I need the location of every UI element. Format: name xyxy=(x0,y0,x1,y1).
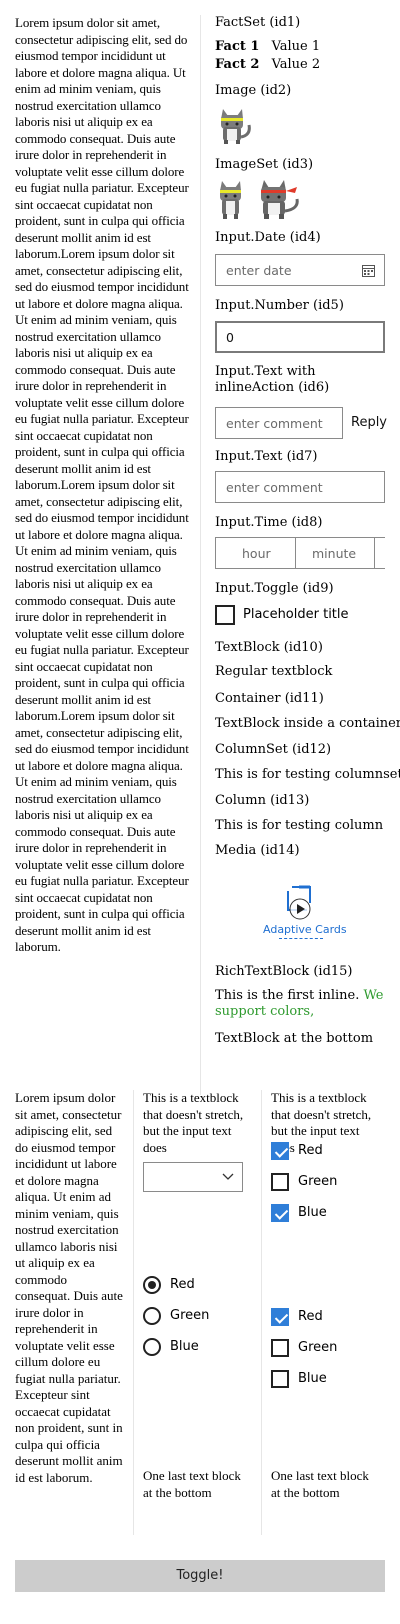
bottom-textblock: TextBlock at the bottom xyxy=(215,1031,374,1046)
factset-label: FactSet (id1) xyxy=(215,15,301,30)
checkbox-green[interactable] xyxy=(271,1173,289,1191)
richtext-inline-1: This is the first inline. xyxy=(215,988,360,1003)
time-input[interactable]: hour minute xyxy=(215,537,385,569)
comment-input[interactable]: enter comment xyxy=(215,471,385,503)
comment-inline-input[interactable]: enter comment xyxy=(215,407,343,439)
image-label: Image (id2) xyxy=(215,83,292,98)
radio-green[interactable] xyxy=(143,1307,161,1325)
comment-placeholder: enter comment xyxy=(226,480,323,495)
checkbox-red-2[interactable] xyxy=(271,1308,289,1326)
column-separator xyxy=(261,1090,262,1535)
radio-red[interactable] xyxy=(143,1276,161,1294)
media-poster-text: Adaptive Cards xyxy=(263,923,347,936)
checkbox-label-blue: Blue xyxy=(298,1371,327,1386)
checkbox-red[interactable] xyxy=(271,1142,289,1160)
date-input[interactable]: enter date xyxy=(215,254,385,286)
color-dropdown[interactable] xyxy=(143,1162,243,1192)
cat-image-2 xyxy=(261,180,299,219)
hour-field[interactable]: hour xyxy=(242,546,271,561)
imageset-label: ImageSet (id3) xyxy=(215,157,314,172)
toggle-checkbox[interactable] xyxy=(215,605,235,625)
columnset-textblock: This is for testing columnset xyxy=(215,767,400,782)
column-separator xyxy=(200,15,201,1095)
container-label: Container (id11) xyxy=(215,691,324,706)
checkbox-green-2[interactable] xyxy=(271,1339,289,1357)
container-textblock: TextBlock inside a container xyxy=(215,716,400,731)
minute-field[interactable]: minute xyxy=(312,546,356,561)
input-time-label: Input.Time (id8) xyxy=(215,515,323,530)
fact-value: Value 1 xyxy=(271,39,321,54)
media-label: Media (id14) xyxy=(215,843,300,858)
comment-placeholder: enter comment xyxy=(226,416,323,431)
checkbox-label-red: Red xyxy=(298,1309,323,1324)
col2-header-text: This is a textblock that doesn't stretch… xyxy=(143,1090,244,1155)
input-toggle-label: Input.Toggle (id9) xyxy=(215,581,334,596)
richtextblock: This is the first inline. We support col… xyxy=(215,988,385,1020)
column-textblock: This is for testing column xyxy=(215,818,384,833)
calendar-icon[interactable] xyxy=(362,264,375,277)
checkbox-label-blue: Blue xyxy=(298,1205,327,1220)
toggle-button[interactable]: Toggle! xyxy=(15,1560,385,1592)
lorem-textblock: Lorem ipsum dolor sit amet, consectetur … xyxy=(15,15,189,954)
checkbox-label-green: Green xyxy=(298,1174,338,1189)
regular-textblock: Regular textblock xyxy=(215,664,333,679)
number-input[interactable]: 0 xyxy=(215,321,385,353)
cat-image xyxy=(221,109,251,144)
columnset-label: ColumnSet (id12) xyxy=(215,742,332,757)
time-divider xyxy=(295,538,296,568)
media-player[interactable]: Adaptive Cards xyxy=(215,865,385,965)
checkbox-blue[interactable] xyxy=(271,1204,289,1222)
media-poster-cut xyxy=(263,938,337,940)
fact-title: Fact 1 xyxy=(215,39,260,54)
richtext-label: RichTextBlock (id15) xyxy=(215,964,353,979)
cat-image-1 xyxy=(220,181,241,219)
top-columnset: Lorem ipsum dolor sit amet, consectetur … xyxy=(15,15,400,1095)
input-text-inline-label: Input.Text with inlineAction (id6) xyxy=(215,364,330,395)
col3-last-text: One last text block at the bottom xyxy=(271,1468,369,1500)
input-date-label: Input.Date (id4) xyxy=(215,230,321,245)
column-separator xyxy=(133,1090,134,1535)
col2-last-text: One last text block at the bottom xyxy=(143,1468,241,1500)
reply-action-button[interactable]: Reply xyxy=(351,415,387,430)
radio-label-blue: Blue xyxy=(170,1339,199,1354)
input-text-label: Input.Text (id7) xyxy=(215,449,318,464)
checkbox-label-red: Red xyxy=(298,1143,323,1158)
number-value: 0 xyxy=(226,330,234,345)
play-icon[interactable] xyxy=(289,898,311,920)
checkbox-label-green: Green xyxy=(298,1340,338,1355)
fact-row-2: Fact 2 Value 2 xyxy=(215,57,320,72)
chevron-down-icon xyxy=(222,1173,234,1180)
fact-value: Value 2 xyxy=(271,57,321,72)
toggle-title: Placeholder title xyxy=(243,607,349,622)
column-label: Column (id13) xyxy=(215,793,310,808)
radio-label-green: Green xyxy=(170,1308,210,1323)
date-placeholder: enter date xyxy=(226,263,292,278)
lorem-column-text: Lorem ipsum dolor sit amet, consectetur … xyxy=(15,1090,123,1485)
fact-row-1: Fact 1 Value 1 xyxy=(215,39,320,54)
checkbox-blue-2[interactable] xyxy=(271,1370,289,1388)
fact-title: Fact 2 xyxy=(215,57,260,72)
input-number-label: Input.Number (id5) xyxy=(215,298,344,313)
textblock-label: TextBlock (id10) xyxy=(215,640,323,655)
time-divider xyxy=(374,538,375,568)
radio-blue[interactable] xyxy=(143,1338,161,1356)
radio-label-red: Red xyxy=(170,1277,195,1292)
